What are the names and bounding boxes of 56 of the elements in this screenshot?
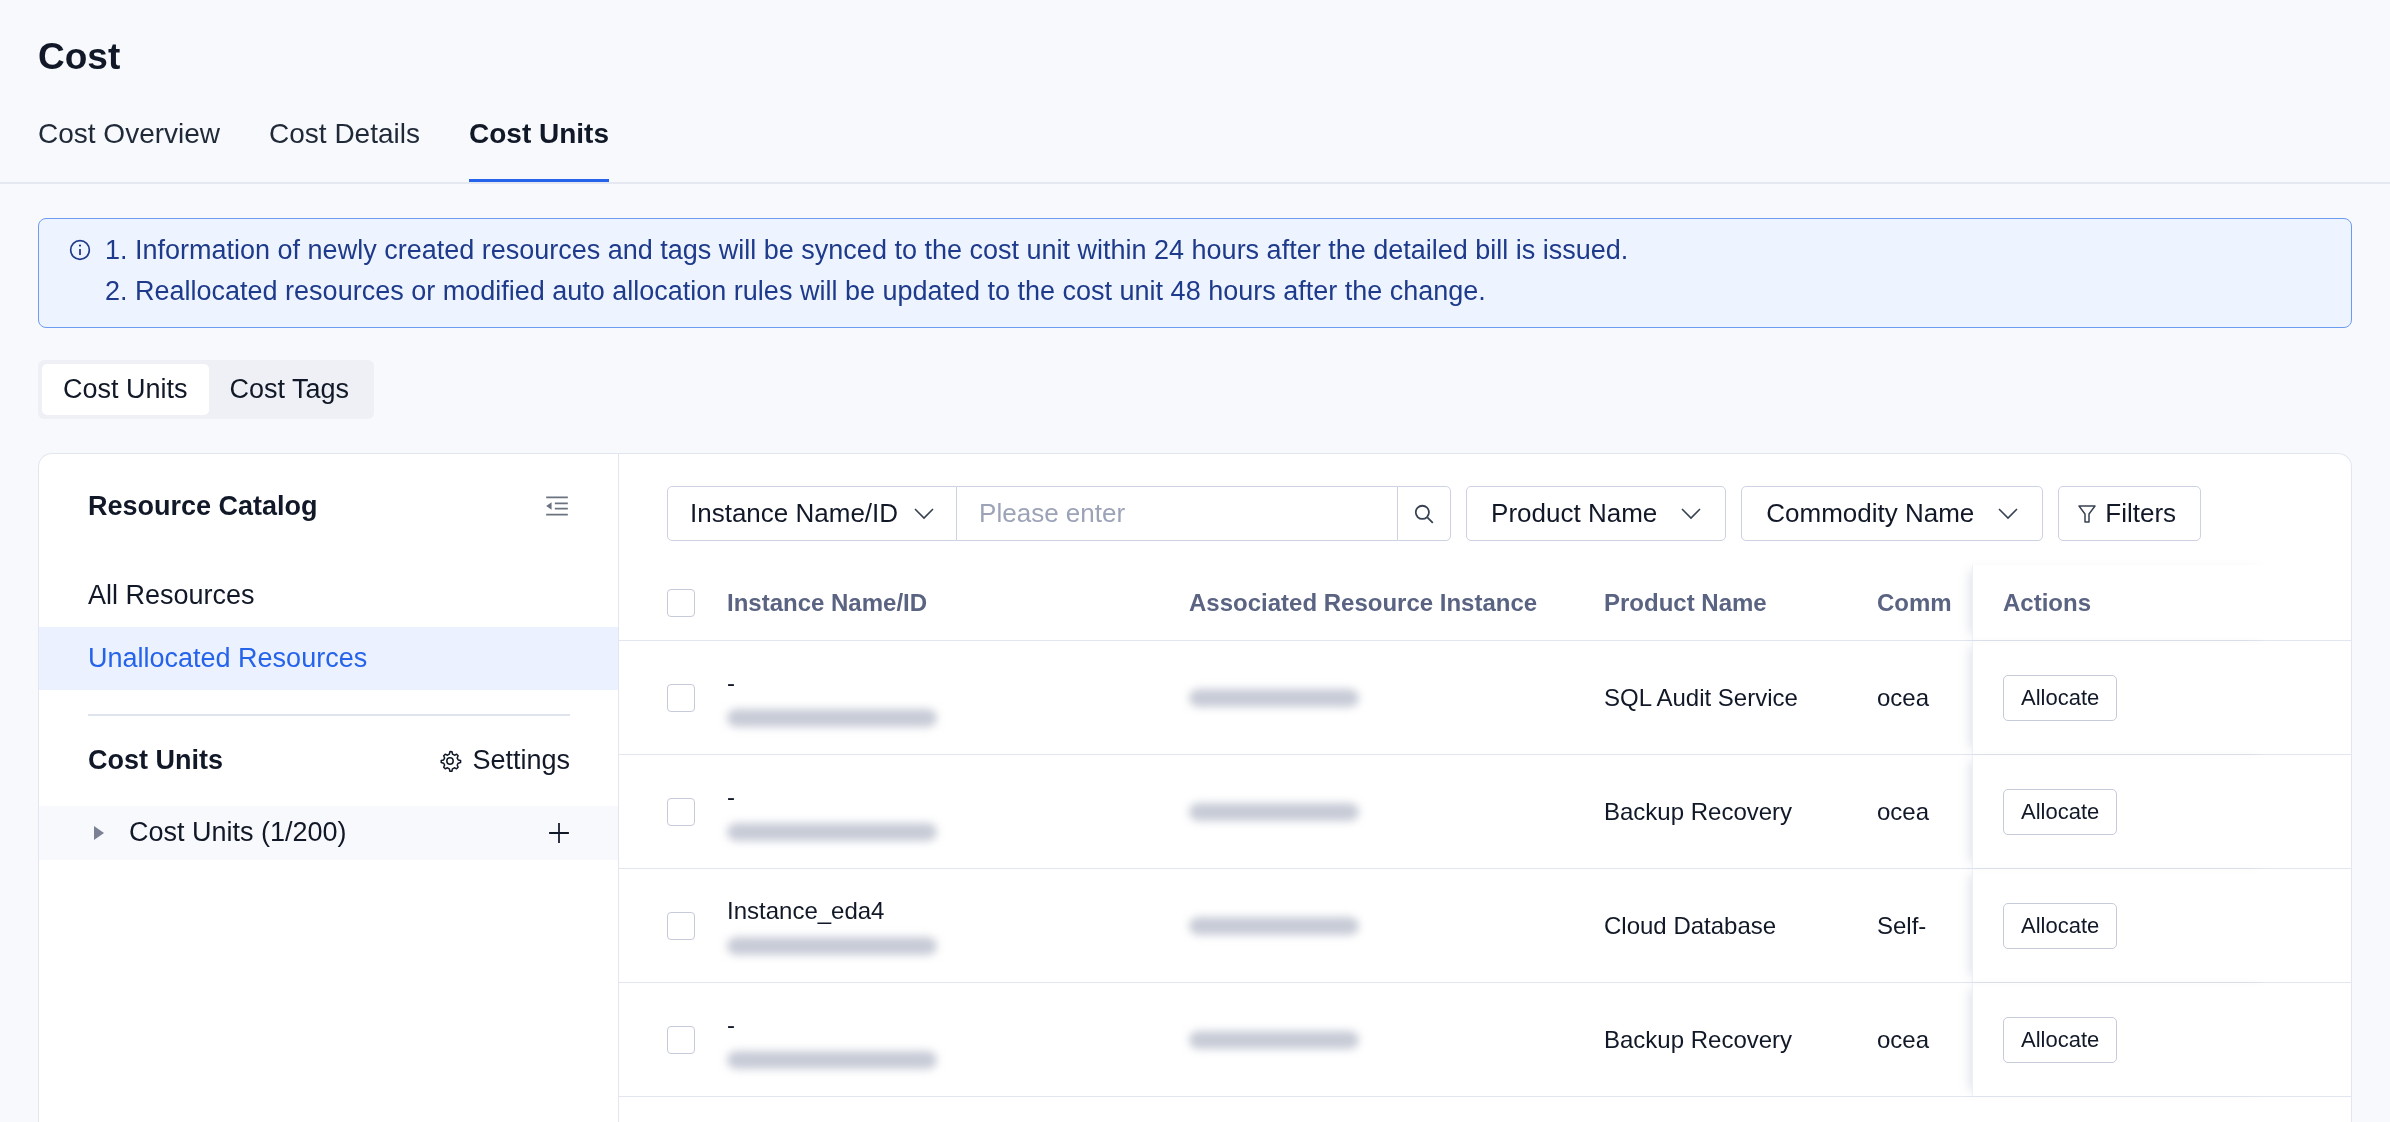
table-cell-text: Cloud Database [1604, 911, 1778, 940]
checkbox[interactable] [667, 588, 695, 617]
column-header: Comm [1877, 588, 1953, 617]
tab[interactable]: Cost Details [269, 118, 420, 182]
table-cell-text: ocea [1877, 797, 1931, 826]
allocate-button[interactable]: Allocate [2003, 1016, 2118, 1063]
tab[interactable]: Cost Units [469, 118, 609, 182]
filters-button[interactable]: Filters [2058, 486, 2202, 541]
sidebar-item[interactable]: All Resources [39, 564, 618, 627]
column-header: Actions [1972, 565, 2272, 640]
table-cell-text: Self- [1877, 911, 1928, 940]
tab[interactable]: Cost Overview [38, 118, 221, 182]
add-icon[interactable] [548, 821, 570, 844]
checkbox[interactable] [667, 683, 695, 712]
allocate-button[interactable]: Allocate [2003, 788, 2118, 835]
expand-caret-icon[interactable] [93, 825, 105, 840]
segment-tab[interactable]: Cost Units [42, 364, 209, 415]
collapse-icon[interactable] [544, 495, 570, 517]
table-cell-text: Backup Recovery [1604, 1025, 1794, 1054]
search-field[interactable]: Please enter [957, 486, 1398, 541]
table-cell: - [727, 668, 735, 697]
panel-title: Resource Catalog [88, 490, 318, 522]
section-title: Cost Units [88, 745, 223, 776]
sidebar-item[interactable]: Unallocated Resources [39, 627, 618, 690]
notice-text: 1. Information of newly created resources and tags will be synced to the cost unit within 24 hours after the detailed bill is issued. [105, 235, 1629, 266]
settings-icon [438, 748, 463, 773]
chevron-down-icon [1998, 507, 2019, 520]
table-cell-text: ocea [1877, 1025, 1931, 1054]
table-cell-text: SQL Audit Service [1604, 683, 1799, 712]
tree-item[interactable]: Cost Units (1/200) [39, 805, 618, 860]
chevron-down-icon [914, 507, 935, 520]
notice-text: 2. Reallocated resources or modified auto allocation rules will be updated to the cost unit 48 hours after the change. [105, 276, 1487, 307]
filter-dropdown[interactable]: Commodity Name [1741, 486, 2044, 541]
chevron-down-icon [1681, 507, 1702, 520]
table-cell: - [727, 782, 735, 811]
search-type-dropdown[interactable]: Instance Name/ID [667, 486, 958, 541]
table-cell: - [727, 1010, 735, 1039]
table-cell-text: Backup Recovery [1604, 797, 1794, 826]
checkbox[interactable] [667, 1025, 695, 1054]
checkbox[interactable] [667, 911, 695, 940]
allocate-button[interactable]: Allocate [2003, 902, 2118, 949]
column-header: Instance Name/ID [727, 588, 929, 617]
table-cell: Instance_eda4 [727, 896, 885, 925]
segment-tab[interactable]: Cost Tags [208, 364, 371, 415]
settings-button[interactable]: Settings [438, 745, 570, 776]
column-header: Associated Resource Instance [1189, 588, 1539, 617]
funnel-icon [2077, 503, 2098, 524]
search-icon [1413, 502, 1436, 525]
allocate-button[interactable]: Allocate [2003, 674, 2118, 721]
checkbox[interactable] [667, 797, 695, 826]
filter-dropdown[interactable]: Product Name [1466, 486, 1727, 541]
column-header: Product Name [1604, 588, 1768, 617]
table-cell-text: ocea [1877, 683, 1931, 712]
info-icon [69, 239, 91, 261]
search-button[interactable] [1397, 486, 1452, 541]
page-title: Cost [38, 35, 122, 79]
